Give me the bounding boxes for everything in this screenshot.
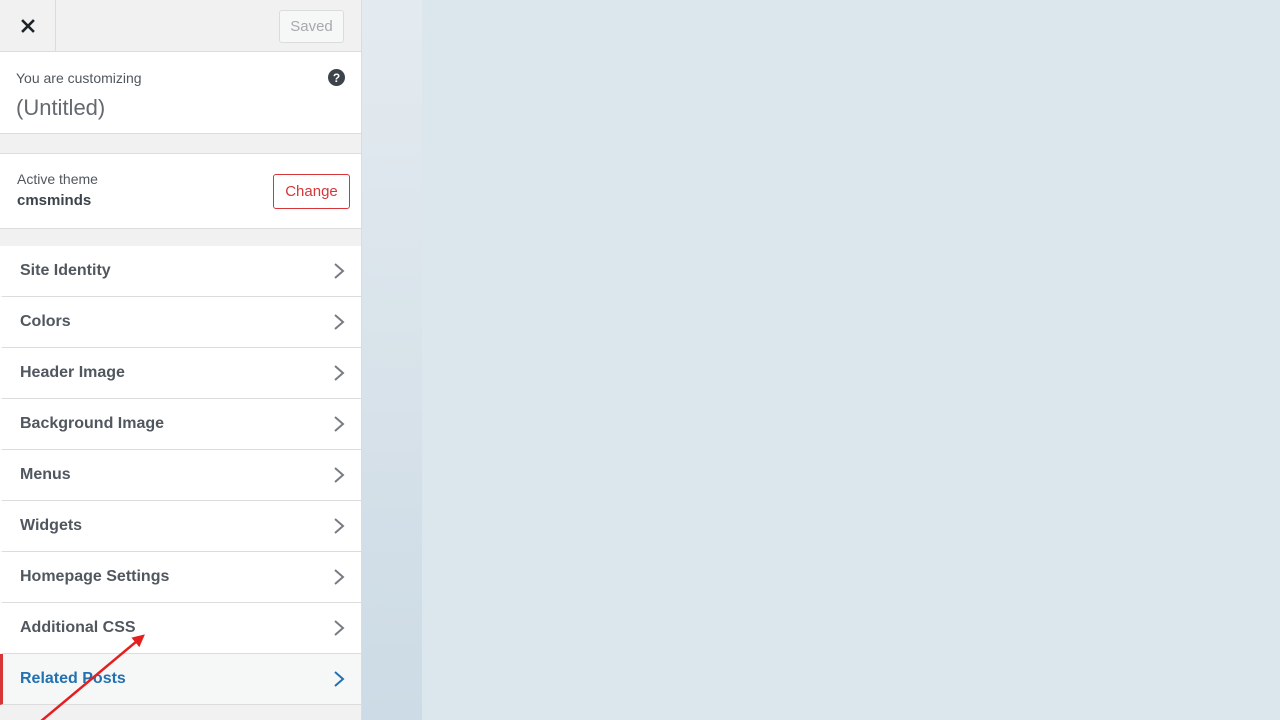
chevron-right-icon <box>333 364 345 382</box>
panel-item-label: Menus <box>20 466 71 483</box>
panel-item-widgets[interactable]: Widgets <box>0 501 361 552</box>
active-theme-name: cmsminds <box>17 192 92 209</box>
chevron-right-icon <box>333 262 345 280</box>
panel-item-label: Colors <box>20 313 71 330</box>
chevron-right-icon <box>333 517 345 535</box>
chevron-right-icon <box>333 619 345 637</box>
chevron-right-icon <box>333 568 345 586</box>
panel-item-header-image[interactable]: Header Image <box>0 348 361 399</box>
panel-item-additional-css[interactable]: Additional CSS <box>0 603 361 654</box>
close-button[interactable] <box>0 0 56 51</box>
panel-item-background-image[interactable]: Background Image <box>0 399 361 450</box>
question-circle-icon[interactable]: ? <box>328 69 345 86</box>
site-title: (Untitled) <box>16 95 106 120</box>
preview-gutter <box>362 0 422 720</box>
panel-item-label: Widgets <box>20 517 83 534</box>
panel-item-label: Background Image <box>20 415 165 432</box>
active-theme-label: Active theme <box>17 171 98 187</box>
panel-item-label: Header Image <box>20 364 125 381</box>
panel-item-colors[interactable]: Colors <box>0 297 361 348</box>
change-theme-button[interactable]: Change <box>273 174 350 209</box>
active-theme-section: Active theme cmsminds Change <box>0 153 361 229</box>
panel-item-site-identity[interactable]: Site Identity <box>0 246 361 297</box>
customizer-header: Saved <box>0 0 361 52</box>
saved-button[interactable]: Saved <box>279 10 344 43</box>
chevron-right-icon <box>333 415 345 433</box>
panel-item-label: Site Identity <box>20 262 111 279</box>
panel-item-label: Additional CSS <box>20 619 136 636</box>
panel-item-related-posts[interactable]: Related Posts <box>0 654 361 705</box>
customizer-sidebar: Saved You are customizing (Untitled) ? A… <box>0 0 362 720</box>
chevron-right-icon <box>333 466 345 484</box>
panel-item-label: Homepage Settings <box>20 568 170 585</box>
customizer-panel-list: Site Identity Colors Header Image Backgroun… <box>0 246 361 705</box>
close-icon <box>20 18 35 33</box>
customizing-label: You are customizing <box>16 70 142 86</box>
panel-item-label: Related Posts <box>20 670 126 687</box>
panel-item-homepage-settings[interactable]: Homepage Settings <box>0 552 361 603</box>
panel-item-menus[interactable]: Menus <box>0 450 361 501</box>
site-preview[interactable] <box>422 0 1280 720</box>
chevron-right-icon <box>333 670 345 688</box>
customizing-info: You are customizing (Untitled) ? <box>0 52 361 134</box>
chevron-right-icon <box>333 313 345 331</box>
